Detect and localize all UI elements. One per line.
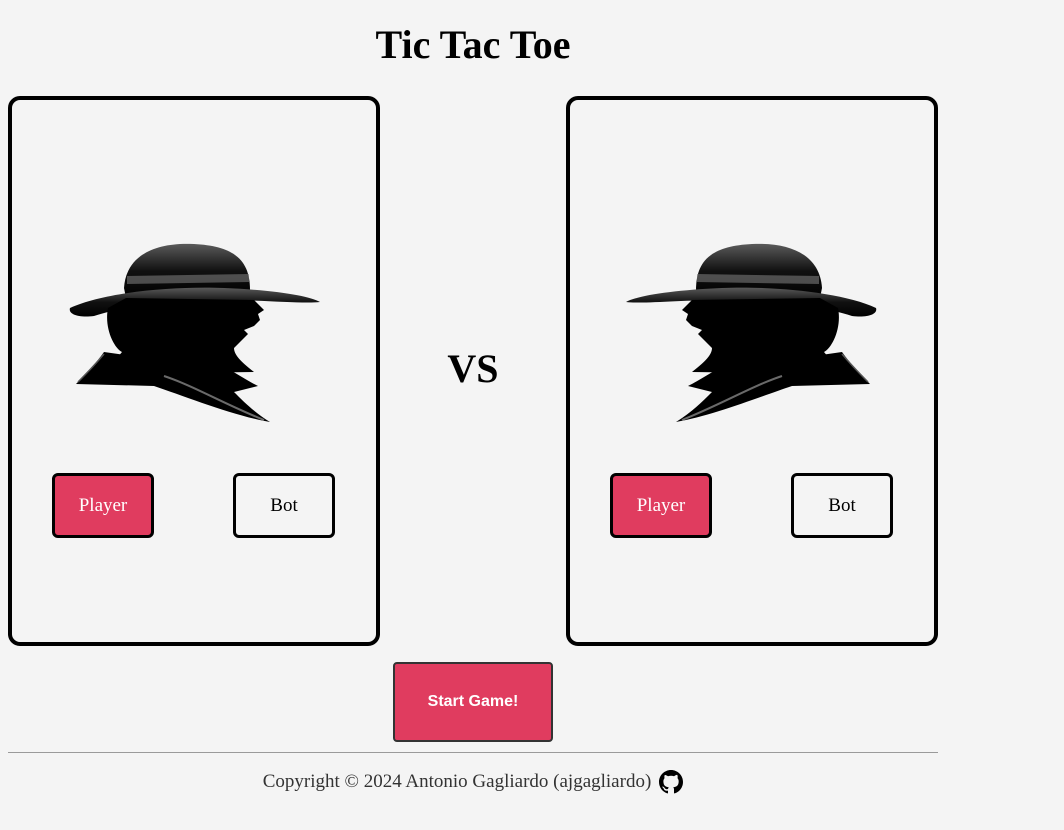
- vs-label: VS: [447, 346, 499, 391]
- player-two-player-button[interactable]: Player: [610, 473, 712, 538]
- start-game-button[interactable]: Start Game!: [393, 662, 553, 742]
- player-one-player-button[interactable]: Player: [52, 473, 154, 538]
- footer: Copyright © 2024 Antonio Gagliardo (ajga…: [0, 770, 946, 794]
- player-one-card: Player Bot: [8, 96, 380, 646]
- player-one-bot-button[interactable]: Bot: [233, 473, 335, 538]
- github-icon[interactable]: [659, 770, 684, 794]
- player-two-card: Player Bot: [566, 96, 938, 646]
- player-two-avatar: [570, 236, 934, 426]
- page-title: Tic Tac Toe: [375, 22, 571, 67]
- hat-silhouette-icon: [626, 243, 877, 422]
- copyright-text: Copyright © 2024 Antonio Gagliardo (ajga…: [262, 771, 652, 792]
- player-one-avatar: [12, 236, 376, 426]
- hat-silhouette-icon: [69, 243, 320, 422]
- player-two-bot-button[interactable]: Bot: [791, 473, 893, 538]
- footer-divider: [8, 752, 938, 753]
